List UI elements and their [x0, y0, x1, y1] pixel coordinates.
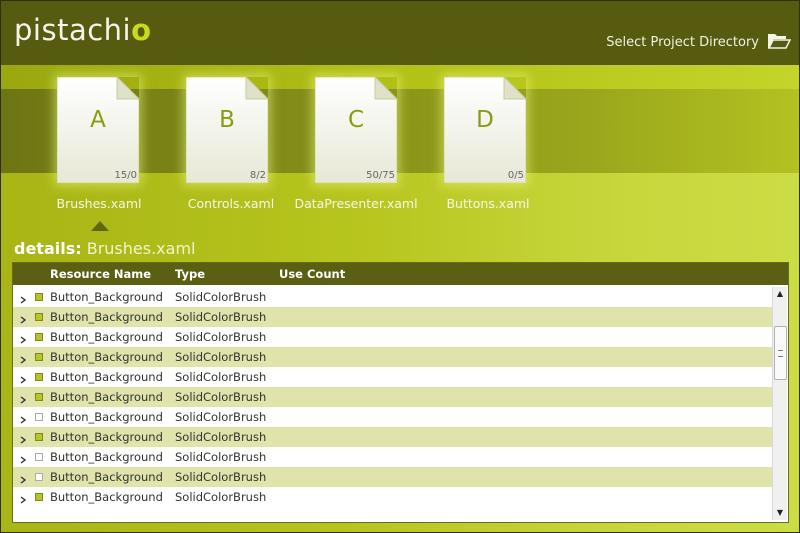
- resource-type-cell: SolidColorBrush: [175, 390, 267, 404]
- expand-arrow-icon[interactable]: [20, 333, 27, 344]
- resource-type-cell: SolidColorBrush: [175, 450, 267, 464]
- select-project-directory-button[interactable]: Select Project Directory: [606, 31, 792, 53]
- expand-arrow-icon[interactable]: [20, 293, 27, 304]
- table-row[interactable]: Button_Background SolidColorBrush: [13, 407, 772, 427]
- resource-table: Resource Name Type Use Count Button_Back…: [12, 262, 789, 523]
- resource-type-cell: SolidColorBrush: [175, 370, 267, 384]
- color-swatch-icon: [35, 313, 43, 321]
- details-prefix: details:: [14, 239, 82, 258]
- vertical-scrollbar[interactable]: ▲ ▼: [772, 287, 787, 520]
- expand-arrow-icon[interactable]: [20, 473, 27, 484]
- file-tile-b[interactable]: B 8/2: [186, 77, 270, 185]
- selected-file-indicator: [91, 221, 109, 231]
- resource-name-cell: Button_Background: [50, 390, 163, 404]
- scrollbar-grip: [778, 350, 783, 357]
- color-swatch-icon: [35, 433, 43, 441]
- color-swatch-icon: [35, 373, 43, 381]
- file-name-d[interactable]: Buttons.xaml: [418, 196, 558, 211]
- logo-text: pistachi: [14, 13, 132, 47]
- file-count: 15/0: [114, 170, 137, 181]
- resource-type-cell: SolidColorBrush: [175, 310, 267, 324]
- color-swatch-icon: [35, 353, 43, 361]
- resource-name-cell: Button_Background: [50, 410, 163, 424]
- folder-open-icon: [767, 31, 792, 53]
- app-window: pistachio Select Project Directory detai…: [0, 0, 800, 533]
- details-filename: Brushes.xaml: [86, 239, 196, 258]
- color-swatch-icon: [35, 473, 43, 481]
- resource-type-cell: SolidColorBrush: [175, 350, 267, 364]
- table-row[interactable]: Button_Background SolidColorBrush: [13, 367, 772, 387]
- table-row[interactable]: Button_Background SolidColorBrush: [13, 427, 772, 447]
- scroll-down-arrow-icon[interactable]: ▼: [773, 506, 787, 520]
- color-swatch-icon: [35, 393, 43, 401]
- table-body: Button_Background SolidColorBrush Button_B…: [13, 287, 772, 520]
- column-header-type[interactable]: Type: [175, 267, 205, 281]
- file-tile-c[interactable]: C 50/75: [315, 77, 399, 185]
- file-name-b[interactable]: Controls.xaml: [161, 196, 301, 211]
- resource-name-cell: Button_Background: [50, 470, 163, 484]
- resource-type-cell: SolidColorBrush: [175, 490, 267, 504]
- select-project-directory-label: Select Project Directory: [606, 34, 759, 50]
- table-row[interactable]: Button_Background SolidColorBrush: [13, 307, 772, 327]
- table-row[interactable]: Button_Background SolidColorBrush: [13, 387, 772, 407]
- table-row[interactable]: Button_Background SolidColorBrush: [13, 287, 772, 307]
- file-count: 50/75: [366, 170, 395, 181]
- resource-type-cell: SolidColorBrush: [175, 290, 267, 304]
- file-letter: D: [476, 107, 494, 133]
- file-letter: A: [90, 107, 106, 133]
- resource-name-cell: Button_Background: [50, 430, 163, 444]
- resource-name-cell: Button_Background: [50, 310, 163, 324]
- resource-name-cell: Button_Background: [50, 370, 163, 384]
- table-row[interactable]: Button_Background SolidColorBrush: [13, 467, 772, 487]
- table-row[interactable]: Button_Background SolidColorBrush: [13, 347, 772, 367]
- color-swatch-icon: [35, 333, 43, 341]
- column-header-resource-name[interactable]: Resource Name: [50, 267, 151, 281]
- table-row[interactable]: Button_Background SolidColorBrush: [13, 327, 772, 347]
- details-heading: details: Brushes.xaml: [14, 239, 195, 258]
- resource-name-cell: Button_Background: [50, 490, 163, 504]
- scroll-up-arrow-icon[interactable]: ▲: [773, 287, 787, 301]
- resource-type-cell: SolidColorBrush: [175, 470, 267, 484]
- file-letter: B: [219, 107, 235, 133]
- file-tile-d[interactable]: D 0/5: [444, 77, 528, 185]
- header-bar: pistachio Select Project Directory: [1, 1, 799, 65]
- file-count: 0/5: [507, 170, 524, 181]
- expand-arrow-icon[interactable]: [20, 353, 27, 364]
- expand-arrow-icon[interactable]: [20, 373, 27, 384]
- expand-arrow-icon[interactable]: [20, 393, 27, 404]
- color-swatch-icon: [35, 453, 43, 461]
- expand-arrow-icon[interactable]: [20, 493, 27, 504]
- expand-arrow-icon[interactable]: [20, 453, 27, 464]
- resource-name-cell: Button_Background: [50, 290, 163, 304]
- color-swatch-icon: [35, 493, 43, 501]
- expand-arrow-icon[interactable]: [20, 313, 27, 324]
- file-letter: C: [347, 107, 365, 133]
- expand-arrow-icon[interactable]: [20, 433, 27, 444]
- resource-name-cell: Button_Background: [50, 330, 163, 344]
- resource-name-cell: Button_Background: [50, 450, 163, 464]
- table-header: Resource Name Type Use Count: [13, 263, 788, 285]
- file-tile-a[interactable]: A 15/0: [57, 77, 141, 185]
- resource-type-cell: SolidColorBrush: [175, 430, 267, 444]
- file-name-c[interactable]: DataPresenter.xaml: [286, 196, 426, 211]
- table-row[interactable]: Button_Background SolidColorBrush: [13, 447, 772, 467]
- resource-type-cell: SolidColorBrush: [175, 410, 267, 424]
- app-logo: pistachio: [14, 13, 152, 47]
- color-swatch-icon: [35, 293, 43, 301]
- color-swatch-icon: [35, 413, 43, 421]
- file-count: 8/2: [249, 170, 266, 181]
- resource-name-cell: Button_Background: [50, 350, 163, 364]
- file-name-a[interactable]: Brushes.xaml: [29, 196, 169, 211]
- resource-type-cell: SolidColorBrush: [175, 330, 267, 344]
- scrollbar-thumb[interactable]: [774, 326, 787, 380]
- logo-accent: o: [131, 13, 152, 47]
- expand-arrow-icon[interactable]: [20, 413, 27, 424]
- column-header-use-count[interactable]: Use Count: [279, 267, 345, 281]
- table-row[interactable]: Button_Background SolidColorBrush: [13, 487, 772, 507]
